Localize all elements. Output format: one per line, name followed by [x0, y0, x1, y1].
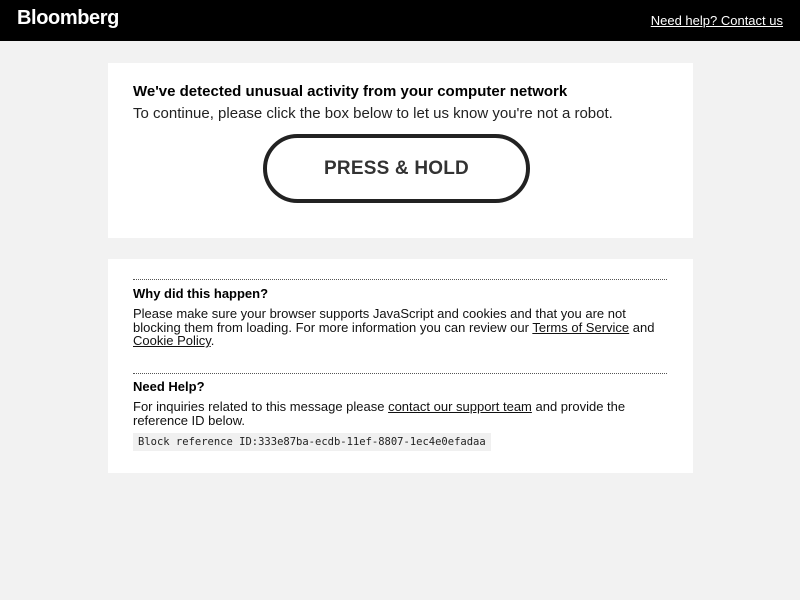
info-card: Why did this happen? Please make sure yo… — [108, 259, 693, 473]
why-text: Please make sure your browser supports J… — [133, 307, 667, 348]
challenge-card: We've detected unusual activity from you… — [108, 63, 693, 238]
cookie-policy-link[interactable]: Cookie Policy — [133, 333, 211, 348]
need-help-title: Need Help? — [133, 379, 205, 394]
top-bar: Bloomberg Need help? Contact us — [0, 0, 800, 41]
help-contact-link[interactable]: Need help? Contact us — [651, 13, 783, 28]
why-title: Why did this happen? — [133, 286, 269, 301]
section-divider — [133, 279, 667, 280]
why-text-after: . — [210, 333, 215, 348]
section-divider — [133, 373, 667, 374]
why-text-middle: and — [629, 319, 655, 335]
help-text: For inquiries related to this message pl… — [133, 400, 667, 427]
challenge-instruction: To continue, please click the box below … — [133, 105, 613, 122]
press-and-hold-button[interactable]: PRESS & HOLD — [263, 134, 530, 203]
contact-support-link[interactable]: contact our support team — [388, 399, 532, 414]
bloomberg-logo[interactable]: Bloomberg — [17, 7, 119, 30]
block-reference-id: Block reference ID:333e87ba-ecdb-11ef-88… — [133, 433, 491, 451]
challenge-headline: We've detected unusual activity from you… — [133, 83, 568, 100]
terms-of-service-link[interactable]: Terms of Service — [532, 320, 629, 335]
